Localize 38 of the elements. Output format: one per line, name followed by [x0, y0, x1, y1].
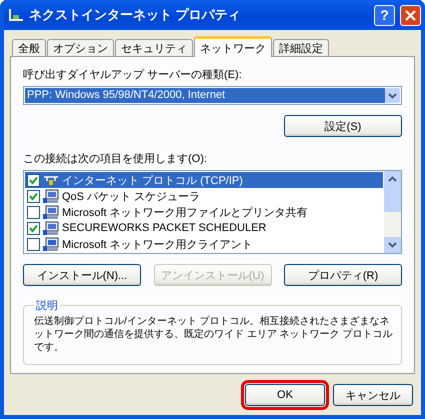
- list-item[interactable]: SECUREWORKS PACKET SCHEDULER: [25, 220, 383, 236]
- component-button[interactable]: プロパティ(R): [284, 264, 402, 286]
- component-button[interactable]: インストール(N)...: [23, 264, 141, 286]
- chevron-down-icon: [388, 242, 397, 248]
- list-item[interactable]: QoS パケット スケジューラ: [25, 188, 383, 204]
- network-cable-icon: [43, 174, 59, 186]
- computer-icon: [43, 236, 59, 252]
- checkbox[interactable]: [27, 222, 40, 234]
- checkbox[interactable]: [27, 206, 40, 218]
- chevron-up-icon: [388, 176, 397, 182]
- tab[interactable]: オプション: [47, 39, 114, 57]
- server-type-dropdown[interactable]: PPP: Windows 95/98/NT4/2000, Internet: [23, 86, 402, 105]
- connection-icon: [8, 8, 24, 22]
- computer-icon: [43, 188, 59, 204]
- checkbox[interactable]: [27, 190, 40, 202]
- dialog-button[interactable]: キャンセル: [333, 384, 413, 406]
- chevron-down-icon: [388, 92, 397, 98]
- computer-icon: [43, 204, 59, 220]
- list-item[interactable]: Microsoft ネットワーク用クライアント: [25, 236, 383, 252]
- list-item[interactable]: Microsoft ネットワーク用ファイルとプリンタ共有: [25, 204, 383, 220]
- checkbox[interactable]: [27, 238, 40, 250]
- tab[interactable]: 詳細設定: [273, 39, 329, 57]
- list-item[interactable]: インターネット プロトコル (TCP/IP): [25, 172, 383, 188]
- components-label: この接続は次の項目を使用します(O):: [23, 152, 208, 166]
- server-type-label: 呼び出すダイヤルアップ サーバーの種類(E):: [23, 68, 243, 82]
- settings-button[interactable]: 設定(S): [284, 115, 402, 137]
- computer-icon: [43, 220, 59, 236]
- close-button[interactable]: [400, 4, 421, 26]
- tab[interactable]: 全般: [12, 39, 46, 57]
- tab[interactable]: ネットワーク: [194, 36, 272, 57]
- tab[interactable]: セキュリティ: [115, 39, 193, 57]
- help-button[interactable]: ?: [374, 4, 395, 26]
- description-title: 説明: [35, 299, 59, 313]
- close-icon: [405, 10, 416, 20]
- checkbox[interactable]: [27, 174, 40, 186]
- window-title: ネクストインターネット プロパティ: [29, 6, 242, 24]
- scrollbar[interactable]: [384, 171, 401, 253]
- description-text: 伝送制御プロトコル/インターネット プロトコル。相互接続されたさまざまなネットワーク間の通信を提供する、既定のワイド エリア ネットワーク プロトコルです。: [34, 315, 393, 354]
